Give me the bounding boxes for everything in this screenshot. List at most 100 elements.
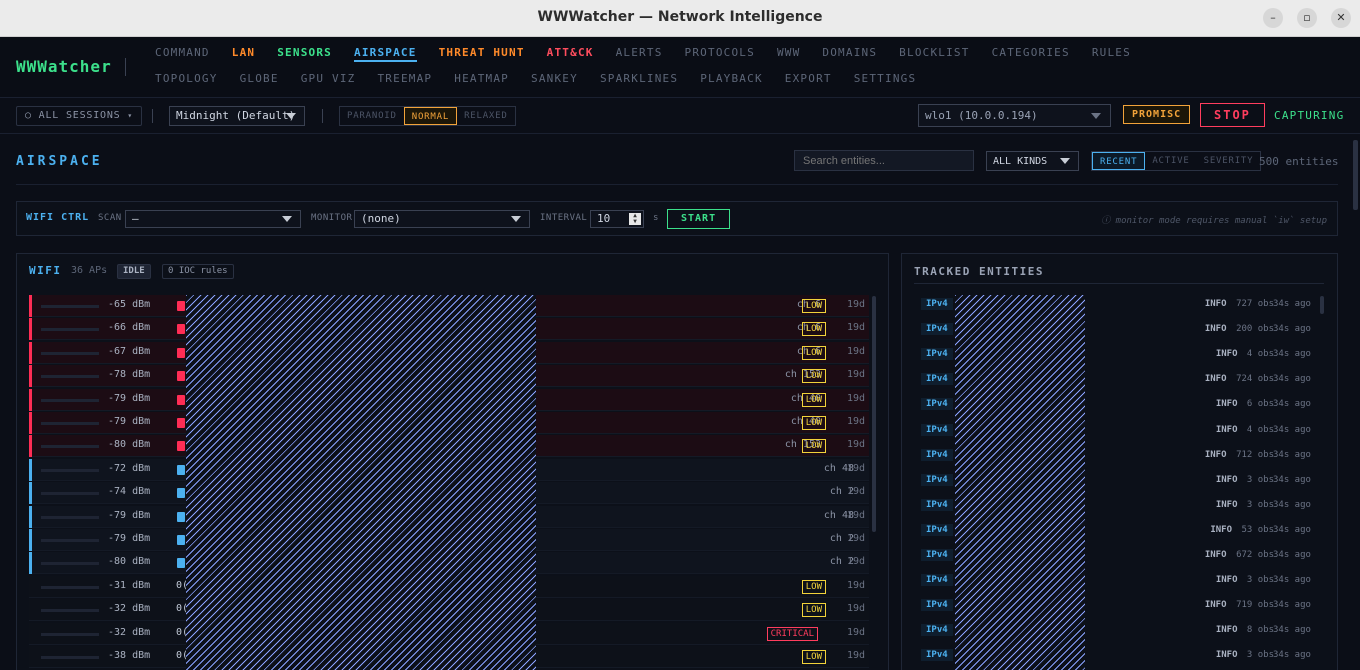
last-seen: 34s ago — [1273, 550, 1311, 560]
all-sessions-label: ALL SESSIONS — [38, 110, 121, 121]
toolbar: ○ ALL SESSIONS ▾ Midnight (Default) PARA… — [0, 98, 1360, 134]
sort-option-severity[interactable]: SEVERITY — [1197, 152, 1261, 170]
severity-badge: LOW — [801, 579, 826, 594]
nav-tab-gpu-viz[interactable]: GPU VIZ — [301, 72, 356, 88]
nav-tab-alerts[interactable]: ALERTS — [616, 46, 663, 62]
observation-count: 672 obs — [1236, 550, 1274, 560]
nav-tab-att-ck[interactable]: ATT&CK — [547, 46, 594, 62]
tracked-scrollbar[interactable] — [1320, 296, 1324, 314]
nav-tab-sensors[interactable]: SENSORS — [277, 46, 332, 62]
stepper-arrows-icon[interactable]: ▲ ▼ — [629, 213, 641, 225]
signal-meter — [41, 539, 99, 542]
entity-level: INFO — [1215, 650, 1238, 661]
promisc-badge[interactable]: PROMISC — [1123, 105, 1191, 124]
theme-select[interactable]: Midnight (Default) — [169, 106, 305, 126]
last-seen: 34s ago — [1273, 524, 1311, 535]
last-seen: 34s ago — [1273, 399, 1311, 410]
mode-option-normal[interactable]: NORMAL — [403, 107, 458, 125]
nav-tab-lan[interactable]: LAN — [232, 46, 255, 62]
nav-tab-airspace[interactable]: AIRSPACE — [354, 46, 417, 62]
nav-tab-sparklines[interactable]: SPARKLINES — [600, 72, 678, 88]
last-seen: 19d — [847, 626, 866, 638]
wifi-start-button[interactable]: START — [667, 209, 731, 229]
nav-tab-globe[interactable]: GLOBE — [240, 72, 279, 88]
last-seen: 34s ago — [1273, 575, 1311, 586]
scan-select-value: – — [132, 212, 139, 225]
alert-kind-icon — [177, 324, 185, 335]
last-seen: 19d — [847, 603, 866, 615]
entity-kind-badge: IPv4 — [921, 473, 953, 486]
nav-tab-domains[interactable]: DOMAINS — [822, 46, 877, 62]
severity-badge: LOW — [801, 603, 826, 618]
redacted-entity-column — [955, 295, 1085, 670]
interface-select[interactable]: wlo1 (10.0.0.194) — [918, 104, 1111, 127]
entity-level: INFO — [1215, 625, 1238, 636]
signal-meter — [41, 468, 99, 472]
entity-kind-badge: IPv4 — [921, 448, 953, 461]
chevron-down-icon — [286, 113, 296, 119]
entity-kind-badge: IPv4 — [921, 423, 953, 436]
last-seen: 34s ago — [1273, 424, 1311, 435]
nav-tab-export[interactable]: EXPORT — [785, 72, 832, 88]
brand-logo[interactable]: WWWatcher — [16, 57, 112, 76]
signal-meter — [41, 398, 99, 402]
nav-tab-threat-hunt[interactable]: THREAT HUNT — [439, 46, 525, 62]
section-divider — [16, 184, 1338, 185]
info-kind-icon — [177, 535, 185, 545]
mode-option-relaxed[interactable]: RELAXED — [457, 107, 515, 125]
last-seen: 34s ago — [1273, 324, 1311, 335]
maximize-icon[interactable]: ▫ — [1297, 8, 1317, 28]
interval-stepper[interactable]: 10 ▲ ▼ — [590, 210, 644, 228]
signal-meter — [41, 351, 99, 355]
entity-level: INFO — [1215, 499, 1238, 510]
nav-tab-treemap[interactable]: TREEMAP — [377, 72, 432, 88]
nav-tab-command[interactable]: COMMAND — [155, 46, 210, 62]
minimize-icon[interactable]: – — [1263, 8, 1283, 28]
observation-count: 3 obs — [1246, 474, 1274, 485]
nav-tab-blocklist[interactable]: BLOCKLIST — [899, 46, 969, 62]
signal-strength: -32 dBm — [108, 603, 151, 615]
nav-tab-categories[interactable]: CATEGORIES — [992, 46, 1070, 62]
stop-button[interactable]: STOP — [1200, 103, 1265, 127]
observation-count: 6 obs — [1246, 399, 1274, 410]
nav-tab-protocols[interactable]: PROTOCOLS — [685, 46, 755, 62]
brand-divider — [125, 58, 126, 76]
entity-level: INFO — [1204, 449, 1227, 460]
panel-divider — [914, 283, 1324, 284]
nav-tab-settings[interactable]: SETTINGS — [854, 72, 917, 88]
nav-tab-topology[interactable]: TOPOLOGY — [155, 72, 218, 88]
observation-count: 3 obs — [1246, 575, 1274, 586]
wifi-scrollbar[interactable] — [872, 296, 876, 532]
nav-tab-www[interactable]: WWW — [777, 46, 800, 62]
mode-option-paranoid[interactable]: PARANOID — [340, 107, 404, 125]
last-seen: 19d — [847, 650, 866, 661]
close-icon[interactable]: ✕ — [1331, 8, 1351, 28]
alert-kind-icon — [177, 301, 185, 311]
monitor-select[interactable]: (none) — [354, 210, 530, 228]
observation-count: 3 obs — [1246, 499, 1274, 510]
sort-option-active[interactable]: ACTIVE — [1145, 152, 1196, 170]
scan-select[interactable]: – — [125, 210, 301, 228]
nav-tab-rules[interactable]: RULES — [1092, 46, 1131, 62]
signal-strength: -74 dBm — [108, 486, 151, 498]
toolbar-divider — [322, 109, 323, 123]
page-scrollbar[interactable] — [1353, 140, 1358, 210]
nav-tab-sankey[interactable]: SANKEY — [531, 72, 578, 88]
entity-search-input[interactable] — [794, 150, 974, 171]
entity-kind-badge: IPv4 — [921, 549, 953, 561]
last-seen: 34s ago — [1273, 499, 1311, 510]
kind-filter-select[interactable]: ALL KINDS — [986, 151, 1079, 171]
entity-level: INFO — [1204, 299, 1227, 309]
wifi-state-badge: IDLE — [117, 264, 151, 279]
nav-tab-heatmap[interactable]: HEATMAP — [454, 72, 509, 88]
alert-kind-icon — [177, 347, 185, 358]
entity-level: INFO — [1215, 424, 1238, 435]
sensitivity-mode-toggle: PARANOID NORMAL RELAXED — [339, 106, 516, 126]
interval-value: 10 — [597, 212, 611, 225]
last-seen: 19d — [847, 462, 866, 474]
nav-tab-playback[interactable]: PLAYBACK — [700, 72, 763, 88]
entity-level: INFO — [1215, 474, 1238, 485]
all-sessions-button[interactable]: ○ ALL SESSIONS ▾ — [16, 106, 142, 126]
sort-option-recent[interactable]: RECENT — [1092, 152, 1146, 170]
observation-count: 3 obs — [1246, 650, 1274, 661]
